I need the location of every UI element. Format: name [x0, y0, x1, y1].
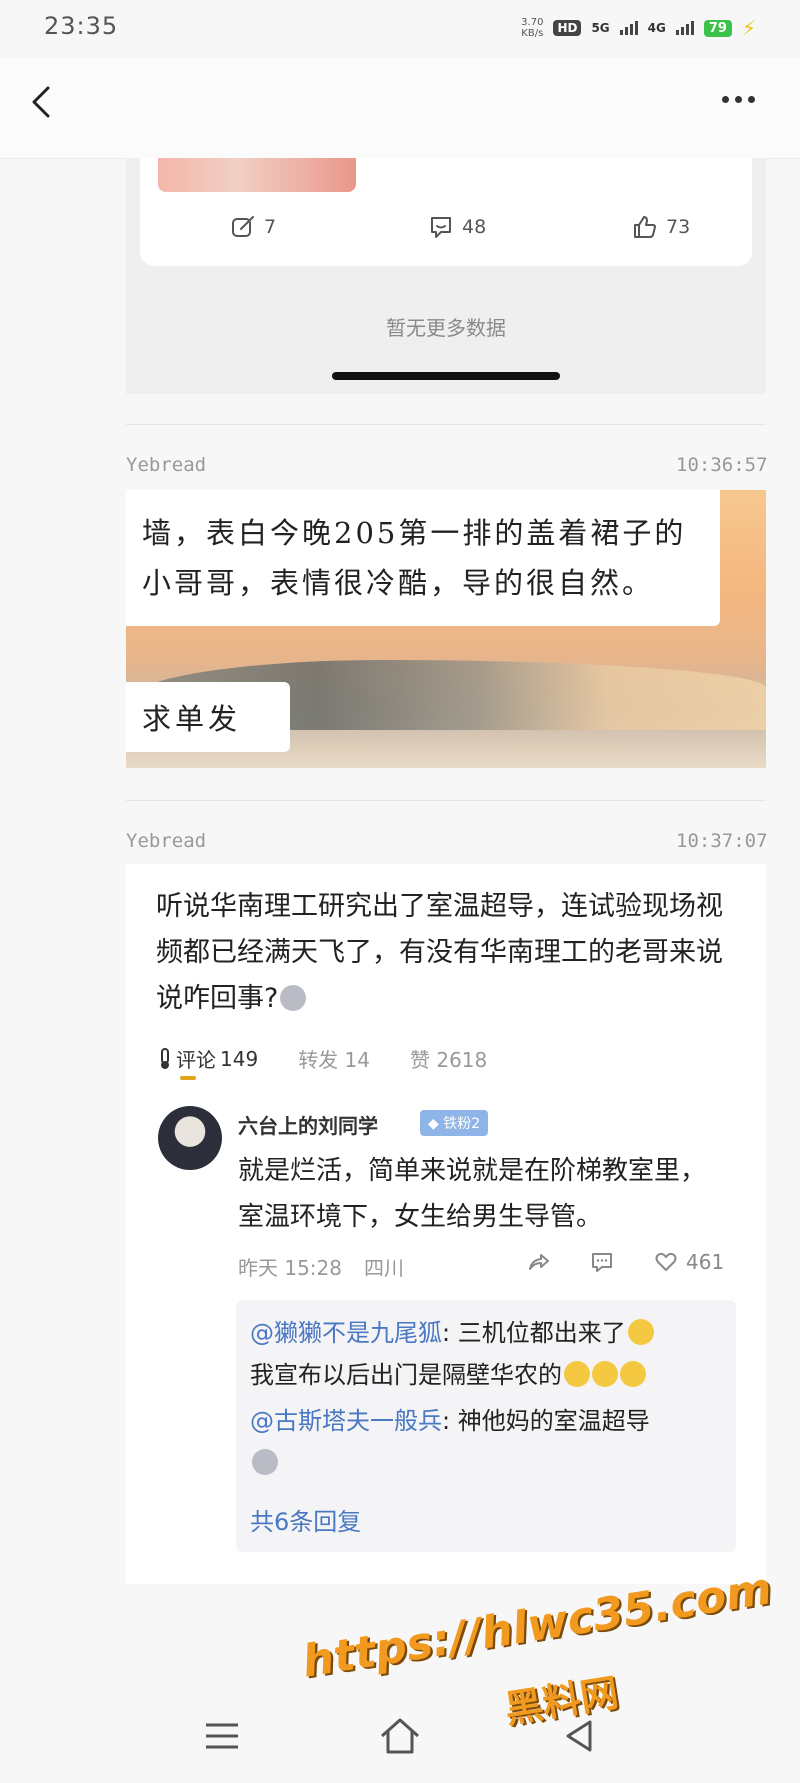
- timestamp: 10:37:07: [676, 830, 768, 852]
- net-4g-label: 4G: [647, 21, 666, 35]
- network-speed: 3.70 KB/s: [521, 17, 543, 39]
- reply-user[interactable]: @獭獭不是九尾狐: [250, 1319, 442, 1347]
- back-button[interactable]: [22, 82, 62, 122]
- confession-bubble: 墙，表白今晚205第一排的盖着裙子的小哥哥，表情很冷酷，导的很自然。: [126, 490, 720, 626]
- comment-action[interactable]: 48: [428, 214, 486, 240]
- post-thumbnail: [158, 158, 356, 192]
- comment-text: 就是烂活，简单来说就是在阶梯教室里，室温环境下，女生给男生导管。: [238, 1156, 707, 1232]
- no-more-data-text: 暂无更多数据: [386, 316, 506, 340]
- charging-icon: ⚡: [741, 16, 756, 40]
- status-time: 23:35: [44, 12, 119, 40]
- divider: [126, 800, 766, 801]
- fan-badge: ◆ 铁粉2: [420, 1110, 489, 1136]
- comment-bubble-icon: [431, 217, 451, 238]
- fan-badge-label: 铁粉2: [443, 1116, 481, 1132]
- tab-comments[interactable]: 评论 149: [158, 1044, 259, 1080]
- hd-icon: HD: [553, 20, 582, 36]
- comments-count: 149: [220, 1046, 259, 1071]
- thumbs-up-icon: [634, 216, 656, 238]
- reposts-count: 14: [344, 1048, 370, 1072]
- source-label: Yebread: [126, 830, 207, 852]
- crying-emoji-icon: [627, 1319, 654, 1345]
- comments-label: 评论: [176, 1048, 216, 1072]
- comment-like-button[interactable]: 461: [654, 1250, 724, 1274]
- like-action[interactable]: 73: [632, 214, 690, 240]
- comment-location: 四川: [364, 1256, 404, 1280]
- dog-emoji-icon: [252, 1449, 278, 1475]
- post-text: 听说华南理工研究出了室温超导，连试验现场视频都已经满天飞了，有没有华南理工的老哥…: [156, 884, 736, 1022]
- more-options-button[interactable]: [722, 96, 755, 103]
- emoji-icon: [280, 985, 307, 1011]
- view-all-replies-link[interactable]: 共6条回复: [250, 1502, 730, 1537]
- reply-user[interactable]: @古斯塔夫一般兵: [250, 1407, 442, 1435]
- crying-emoji-icon: [564, 1361, 590, 1387]
- reply-item: @獭獭不是九尾狐: 三机位都出来了 我宣布以后出门是隔壁华农的: [250, 1312, 730, 1396]
- watermark-name: 黑料网: [501, 1670, 622, 1732]
- comment-meta: 昨天 15:28 四川: [238, 1252, 404, 1281]
- repost-action[interactable]: 7: [230, 214, 276, 240]
- reply-box: @獭獭不是九尾狐: 三机位都出来了 我宣布以后出门是隔壁华农的 @古斯塔夫一般兵…: [236, 1300, 736, 1552]
- comment-user-name[interactable]: 六台上的刘同学: [238, 1110, 378, 1139]
- system-back-button[interactable]: [564, 1718, 594, 1754]
- more-dot-icon: [722, 96, 729, 103]
- request-bubble: 求单发: [126, 682, 290, 752]
- divider: [126, 424, 766, 425]
- crying-emoji-icon: [592, 1361, 618, 1387]
- more-dot-icon: [735, 96, 742, 103]
- crying-emoji-icon: [620, 1361, 646, 1387]
- reply-text: : 神他妈的室温超导: [442, 1407, 650, 1435]
- top-nav: [0, 58, 800, 159]
- reply-text: : 三机位都出来了: [442, 1319, 626, 1347]
- post-body: 听说华南理工研究出了室温超导，连试验现场视频都已经满天飞了，有没有华南理工的老哥…: [156, 891, 723, 1014]
- reply-bubble-icon[interactable]: [590, 1250, 614, 1274]
- comment-like-count: 461: [686, 1250, 725, 1274]
- back-triangle-icon: [566, 1720, 592, 1752]
- share-arrow-icon[interactable]: [526, 1250, 550, 1274]
- repost-count: 7: [264, 216, 277, 238]
- status-icons: 3.70 KB/s HD 5G 4G 79 ⚡: [521, 16, 756, 40]
- edit-share-icon: [232, 216, 254, 237]
- likes-count: 2618: [436, 1048, 488, 1072]
- tab-likes[interactable]: 赞 2618: [410, 1044, 487, 1073]
- signal-icon-2: [675, 21, 694, 35]
- timestamp: 10:36:57: [676, 454, 768, 476]
- like-count: 73: [666, 216, 691, 238]
- home-button[interactable]: [378, 1716, 422, 1756]
- menu-icon: [206, 1723, 238, 1749]
- comment-time: 昨天 15:28: [238, 1256, 342, 1280]
- reposts-label: 转发: [298, 1048, 339, 1072]
- thermometer-icon: [161, 1047, 169, 1069]
- comment-count: 48: [462, 216, 487, 238]
- menu-button[interactable]: [204, 1722, 240, 1750]
- embedded-screenshot-2: 墙，表白今晚205第一排的盖着裙子的小哥哥，表情很冷酷，导的很自然。 求单发: [126, 490, 766, 768]
- heart-icon: [655, 1252, 677, 1271]
- avatar[interactable]: [158, 1106, 222, 1170]
- net-5g-label: 5G: [591, 21, 610, 35]
- signal-icon: [619, 21, 638, 35]
- post-stats: 评论 149 转发 14 赞 2618: [158, 1044, 487, 1080]
- speed-unit: KB/s: [521, 28, 544, 39]
- reply-text-cont: 我宣布以后出门是隔壁华农的: [250, 1361, 562, 1389]
- source-label: Yebread: [126, 454, 207, 476]
- battery-icon: 79: [703, 19, 732, 37]
- home-indicator: [332, 372, 560, 380]
- home-icon: [381, 1718, 419, 1754]
- chevron-left-icon: [32, 86, 50, 118]
- comment-actions: 461: [526, 1250, 724, 1274]
- more-dot-icon: [748, 96, 755, 103]
- speed-value: 3.70: [521, 17, 544, 28]
- likes-label: 赞: [410, 1048, 430, 1072]
- tab-reposts[interactable]: 转发 14: [298, 1044, 370, 1073]
- reply-item: @古斯塔夫一般兵: 神他妈的室温超导: [250, 1400, 730, 1484]
